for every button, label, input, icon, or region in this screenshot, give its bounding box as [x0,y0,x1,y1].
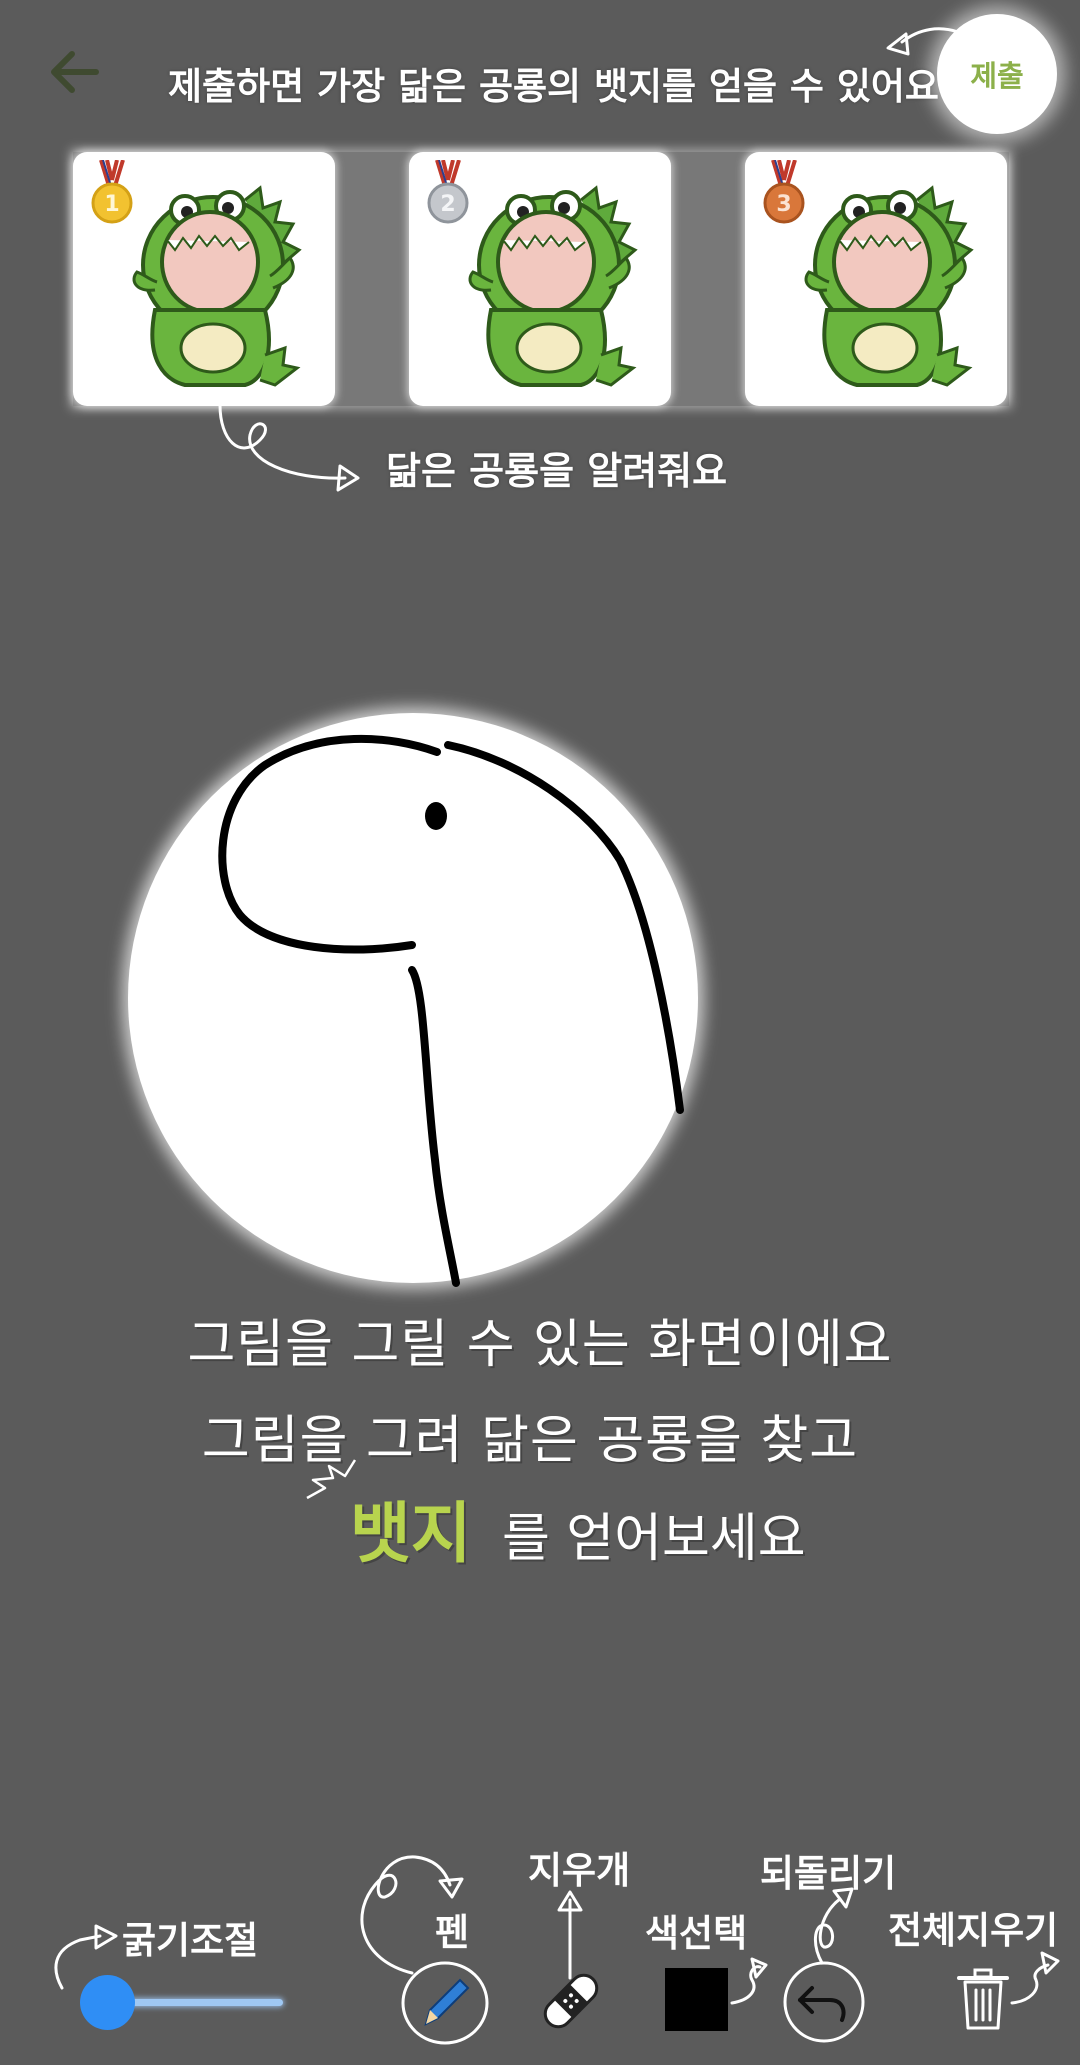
ranking-hint-arrow [218,403,360,492]
thickness-slider-thumb[interactable] [80,1975,135,2030]
submit-button[interactable]: 제출 [937,14,1057,134]
pencil-icon [401,1961,489,2045]
dinosaur-costume-icon [132,185,302,387]
pen-hint-arrow [360,1855,464,1975]
ranking-strip: 1 2 3 [73,152,1009,406]
submit-hint-text: 제출하면 가장 닮은 공룡의 뱃지를 얻을 수 있어요 [168,65,939,108]
clear-hint-arrow [1010,1951,1060,2005]
thickness-label: 굵기조절 [122,1919,259,1962]
eraser-tool-button[interactable] [538,1968,604,2034]
color-hint-arrow [730,1957,768,2005]
eraser-hint-arrow [557,1890,583,1980]
clear-all-button[interactable] [955,1968,1011,2032]
dinosaur-costume-icon [804,185,974,387]
drawing-canvas[interactable] [128,713,698,1283]
guide-line-3-suffix: 를 얻어보세요 [501,1509,806,1569]
medal-number: 3 [776,192,791,217]
guide-line-1: 그림을 그릴 수 있는 화면이에요 [187,1315,893,1375]
undo-hint-arrow [814,1887,854,1965]
ranking-card-2: 2 [409,152,671,406]
ranking-hint-text: 닮은 공룡을 알려줘요 [386,449,728,493]
eraser-label: 지우개 [528,1849,631,1892]
badge-word: 뱃지 [350,1495,472,1572]
undo-button[interactable] [782,1960,866,2044]
medal-number: 2 [440,192,455,217]
thickness-slider-track[interactable] [128,1999,283,2006]
arrow-left-icon [51,51,99,93]
color-picker-swatch[interactable] [665,1968,728,2031]
dinosaur-costume-icon [468,185,638,387]
guide-line-2: 그림을 그려 닮은 공룡을 찾고 [201,1411,859,1471]
back-button[interactable] [42,40,106,104]
medal-number: 1 [104,192,119,217]
trash-icon [957,1968,1009,2030]
pen-tool-button[interactable] [400,1960,490,2046]
color-label: 색선택 [645,1912,748,1955]
guide-line-3: 뱃지 를 얻어보세요 [350,1480,806,1576]
ranking-card-1: 1 [73,152,335,406]
undo-arrow-icon [783,1961,865,2043]
bandage-eraser-icon [543,1973,599,2029]
ranking-card-3: 3 [745,152,1007,406]
